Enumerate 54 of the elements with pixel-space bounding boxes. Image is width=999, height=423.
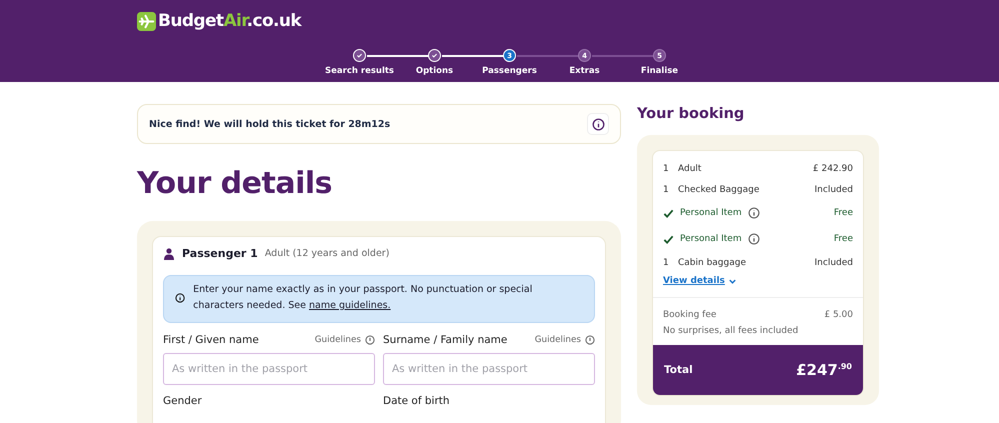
check-icon: [663, 208, 674, 218]
line-label: Cabin baggage: [678, 258, 746, 268]
chevron-down-icon: [728, 276, 737, 286]
passenger-type: Adult (12 years and older): [264, 248, 390, 259]
guidelines-link[interactable]: name guidelines.: [309, 300, 391, 311]
info-icon[interactable]: [365, 335, 375, 345]
step-label[interactable]: Search results: [325, 66, 394, 76]
guidelines-link[interactable]: Guidelines: [314, 335, 361, 345]
guidelines-link[interactable]: Guidelines: [534, 335, 581, 345]
info-text: Enter your name exactly as in your passport. No punctuation or special characters needed. See name guidelines.: [193, 283, 534, 313]
info-button[interactable]: [587, 113, 609, 135]
step-label[interactable]: Passengers: [482, 66, 537, 76]
line-value: £ 242.90: [812, 164, 853, 174]
field-label: Gender: [163, 395, 203, 407]
line-value: Included: [814, 258, 853, 268]
quantity: 1: [663, 184, 670, 194]
line-value: Free: [834, 208, 853, 218]
check-icon: [356, 52, 363, 59]
line-label: Personal Item: [680, 234, 742, 244]
line-value: Free: [834, 234, 853, 244]
field-label: Date of birth: [383, 395, 451, 407]
view-details-link[interactable]: View details: [653, 273, 747, 297]
plane-icon: [137, 12, 156, 30]
name-input[interactable]: As written in the passport: [163, 353, 375, 385]
name-input[interactable]: As written in the passport: [383, 353, 595, 385]
logo[interactable]: BudgetAir.co.uk: [137, 11, 302, 31]
fees-note: No surprises, all fees included: [663, 326, 800, 336]
booking-title: Your booking: [637, 106, 746, 122]
line-label: Adult: [678, 164, 702, 174]
person-icon: [163, 248, 175, 260]
passenger-name: Passenger 1: [182, 247, 258, 260]
info-icon: [175, 291, 186, 305]
notice-text: Nice find! We will hold this ticket for 28m12s: [149, 118, 390, 130]
step-label[interactable]: Options: [416, 66, 454, 76]
total-price: £247$^{.90}$: [796, 361, 852, 379]
fee-value: £ 5.00: [824, 310, 853, 320]
check-icon: [431, 52, 438, 59]
line-label: Personal Item: [680, 208, 742, 218]
info-icon: [592, 118, 604, 130]
info-icon[interactable]: [585, 335, 595, 345]
field-label: Surname / Family name: [383, 334, 508, 346]
fee-label: Booking fee: [663, 310, 716, 320]
info-icon[interactable]: [748, 207, 760, 219]
quantity: 1: [663, 258, 670, 268]
total-label: Total: [664, 364, 693, 376]
step-label[interactable]: Extras: [569, 66, 600, 76]
info-icon[interactable]: [748, 233, 760, 245]
quantity: 1: [663, 164, 670, 174]
page-title: Your details: [137, 166, 334, 202]
step-label[interactable]: Finalise: [640, 66, 678, 76]
field-label: First / Given name: [163, 334, 260, 346]
line-value: Included: [814, 184, 853, 194]
line-label: Checked Baggage: [678, 184, 760, 194]
check-icon: [663, 234, 674, 244]
